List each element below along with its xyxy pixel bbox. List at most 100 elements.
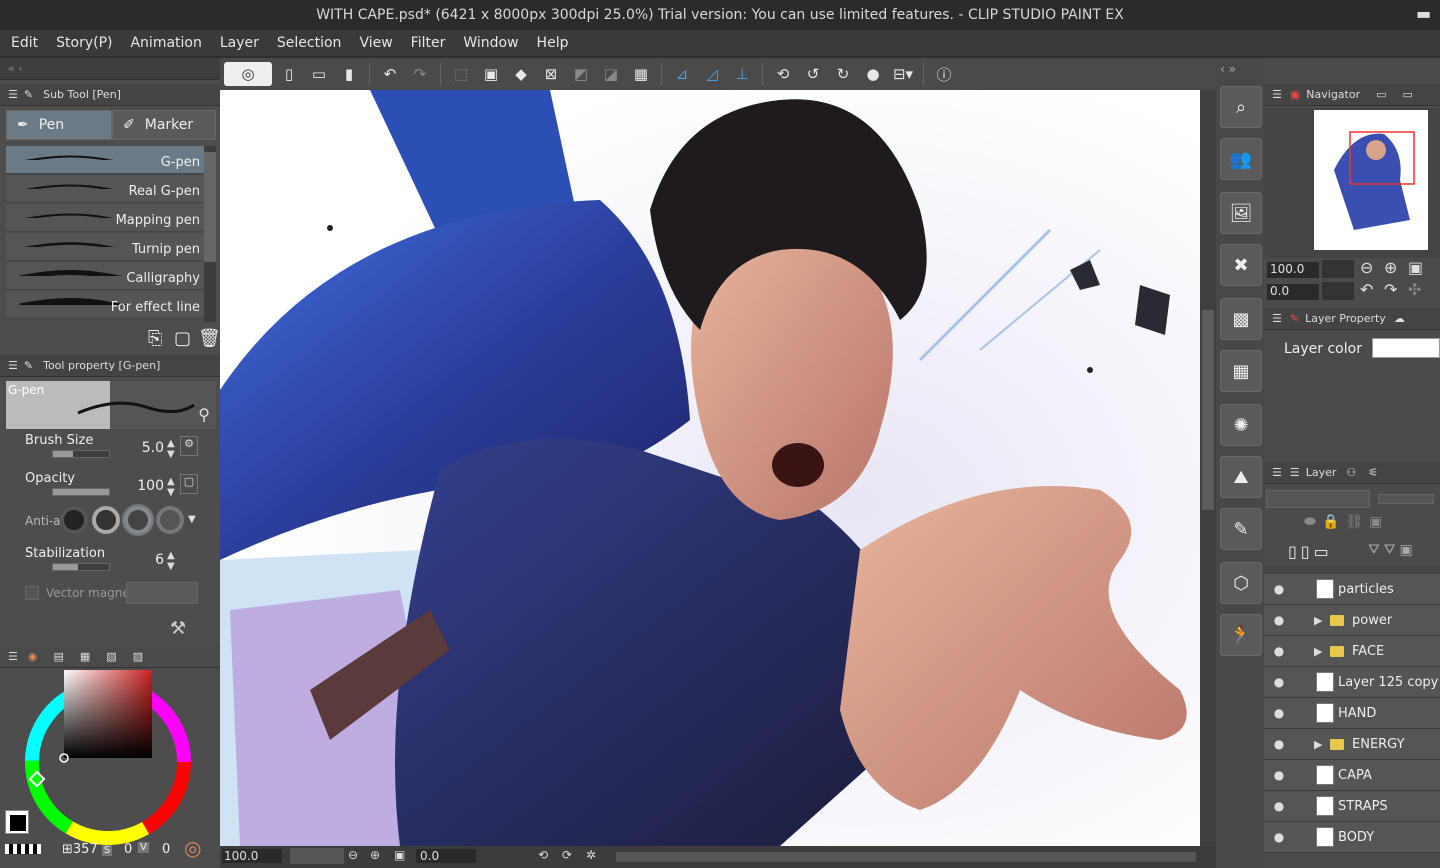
- tool-property-menu-icon[interactable]: ☰: [8, 359, 18, 372]
- canvas-vertical-scrollbar[interactable]: [1200, 90, 1216, 846]
- rotate-left-icon[interactable]: ↺: [800, 62, 826, 86]
- brush-list-scrollbar[interactable]: [204, 146, 216, 322]
- brush-size-pressure-icon[interactable]: ⚙: [180, 436, 198, 456]
- transparent-color-swatch[interactable]: [5, 844, 41, 854]
- left-panel-collapse-bar[interactable]: « ‹: [0, 58, 220, 80]
- anti-aliasing-dropdown-icon[interactable]: ▼: [188, 506, 196, 536]
- zoom-value[interactable]: 100.0: [222, 849, 282, 863]
- visibility-eye-icon[interactable]: ●: [1264, 799, 1294, 813]
- layer-opacity-slider[interactable]: [1378, 494, 1434, 504]
- layer-lock-icons[interactable]: ⬬🔒⛓▣: [1304, 514, 1388, 530]
- frame-icon[interactable]: ⊟▾: [890, 62, 916, 86]
- brush-item[interactable]: For effect line: [6, 291, 204, 319]
- layer-search-tab-icon[interactable]: ☁: [1394, 312, 1405, 325]
- reset-view-icon[interactable]: ●: [860, 62, 886, 86]
- reset-rotation-icon[interactable]: ✲: [586, 848, 596, 862]
- blending-mode-select[interactable]: [1266, 490, 1370, 508]
- brush-size-stepper-icon[interactable]: ▲ ▼: [167, 438, 175, 460]
- opacity-pressure-icon[interactable]: ▢: [180, 474, 198, 494]
- fill-icon[interactable]: ◩: [568, 62, 594, 86]
- menu-window[interactable]: Window: [454, 35, 527, 51]
- visibility-eye-icon[interactable]: ●: [1264, 706, 1294, 720]
- stabilization-stepper-icon[interactable]: ▲ ▼: [167, 550, 175, 572]
- layer-row[interactable]: ● CAPA: [1264, 760, 1440, 791]
- menu-filter[interactable]: Filter: [402, 35, 455, 51]
- navigator-menu-icon[interactable]: ☰: [1272, 88, 1282, 101]
- new-file-icon[interactable]: ▯: [276, 62, 302, 86]
- new-subtool-icon[interactable]: ▢: [174, 328, 191, 349]
- navigator-thumbnail[interactable]: [1314, 110, 1428, 250]
- menu-story[interactable]: Story(P): [47, 35, 121, 51]
- sub-view-tab-icon[interactable]: ▭: [1376, 88, 1386, 101]
- menu-edit[interactable]: Edit: [2, 35, 47, 51]
- visibility-eye-icon[interactable]: ●: [1264, 675, 1294, 689]
- color-wheel[interactable]: [6, 670, 216, 850]
- navigator-rotation-value[interactable]: 0.0: [1267, 284, 1319, 300]
- brush-size-value[interactable]: 5.0: [120, 440, 164, 456]
- navigator-flip-icon[interactable]: ✣: [1408, 280, 1421, 299]
- layer-property-menu-icon[interactable]: ☰: [1272, 312, 1282, 325]
- menu-animation[interactable]: Animation: [121, 35, 210, 51]
- color-wheel-area[interactable]: [6, 670, 216, 850]
- save-icon[interactable]: ▮: [336, 62, 362, 86]
- visibility-eye-icon[interactable]: ●: [1264, 768, 1294, 782]
- brush-settings-icon[interactable]: ⚲: [198, 405, 210, 424]
- anti-aliasing-medium-icon[interactable]: [122, 504, 154, 536]
- visibility-eye-icon[interactable]: ●: [1264, 830, 1294, 844]
- flip-icon[interactable]: ⟲: [770, 62, 796, 86]
- layer-row[interactable]: ● ▶ ENERGY: [1264, 729, 1440, 760]
- layer-row[interactable]: ● ▶ FACE: [1264, 636, 1440, 667]
- folder-expand-icon[interactable]: ▶: [1314, 738, 1330, 751]
- navigator-zoom-out-icon[interactable]: ⊖: [1360, 258, 1373, 277]
- animation-cels-tab-icon[interactable]: ⚇: [1346, 466, 1356, 479]
- layer-row[interactable]: ● particles: [1264, 574, 1440, 605]
- auto-action-tab-icon[interactable]: ⚟: [1368, 466, 1378, 479]
- color-slider-tab-icon[interactable]: ▤: [53, 650, 63, 663]
- clear-icon[interactable]: ◆: [508, 62, 534, 86]
- opacity-stepper-icon[interactable]: ▲ ▼: [167, 476, 175, 498]
- canvas-horizontal-scrollbar[interactable]: [616, 852, 1196, 862]
- stabilization-slider[interactable]: [52, 563, 110, 571]
- material-effect-icon[interactable]: ✺: [1220, 404, 1262, 446]
- info-icon[interactable]: ⓘ: [931, 62, 957, 86]
- ruler-snap-icon[interactable]: ⊿: [669, 62, 695, 86]
- select-all-icon[interactable]: ▣: [478, 62, 504, 86]
- main-color-swatch[interactable]: [8, 813, 28, 833]
- special-ruler-snap-icon[interactable]: ◿: [699, 62, 725, 86]
- menu-help[interactable]: Help: [528, 35, 578, 51]
- tool-property-settings-icon[interactable]: ⚒: [170, 618, 186, 639]
- visibility-eye-icon[interactable]: ●: [1264, 644, 1294, 658]
- rotate-right-status-icon[interactable]: ⟳: [562, 848, 572, 862]
- rotate-left-status-icon[interactable]: ⟲: [538, 848, 548, 862]
- material-image-icon[interactable]: 🖼: [1220, 192, 1262, 234]
- tone-icon[interactable]: ◪: [598, 62, 624, 86]
- layer-row[interactable]: ● HAND: [1264, 698, 1440, 729]
- visibility-eye-icon[interactable]: ●: [1264, 582, 1294, 596]
- color-panel-menu-icon[interactable]: ☰: [8, 650, 18, 663]
- material-edit-icon[interactable]: ✎: [1220, 508, 1262, 550]
- material-layout-icon[interactable]: ▦: [1220, 350, 1262, 392]
- visibility-eye-icon[interactable]: ●: [1264, 613, 1294, 627]
- vector-magnet-level[interactable]: [126, 582, 198, 604]
- material-tone-icon[interactable]: ▩: [1220, 298, 1262, 340]
- opacity-value[interactable]: 100: [120, 478, 164, 494]
- zoom-in-icon[interactable]: ⊕: [370, 848, 380, 862]
- sub-tool-group-marker[interactable]: ✐ Marker: [112, 110, 216, 140]
- anti-aliasing-none-icon[interactable]: [60, 506, 88, 534]
- navigator-zoom-slider[interactable]: [1322, 260, 1354, 278]
- brush-item[interactable]: Mapping pen: [6, 204, 204, 232]
- folder-expand-icon[interactable]: ▶: [1314, 645, 1330, 658]
- brush-item[interactable]: Turnip pen: [6, 233, 204, 261]
- open-folder-icon[interactable]: ▭: [306, 62, 332, 86]
- approximate-color-tab-icon[interactable]: ▨: [133, 650, 143, 663]
- brush-item[interactable]: G-pen: [6, 146, 204, 174]
- material-people-icon[interactable]: 👥: [1220, 138, 1262, 180]
- menu-view[interactable]: View: [350, 35, 401, 51]
- redo-icon[interactable]: ↷: [407, 62, 433, 86]
- fit-screen-icon[interactable]: ▣: [394, 848, 405, 862]
- canvas[interactable]: [220, 90, 1200, 846]
- sub-tool-group-pen[interactable]: ✒ Pen: [6, 110, 112, 140]
- navigator-preview-area[interactable]: [1264, 108, 1440, 258]
- layer-row[interactable]: ● ▶ power: [1264, 605, 1440, 636]
- grid-icon[interactable]: ▦: [628, 62, 654, 86]
